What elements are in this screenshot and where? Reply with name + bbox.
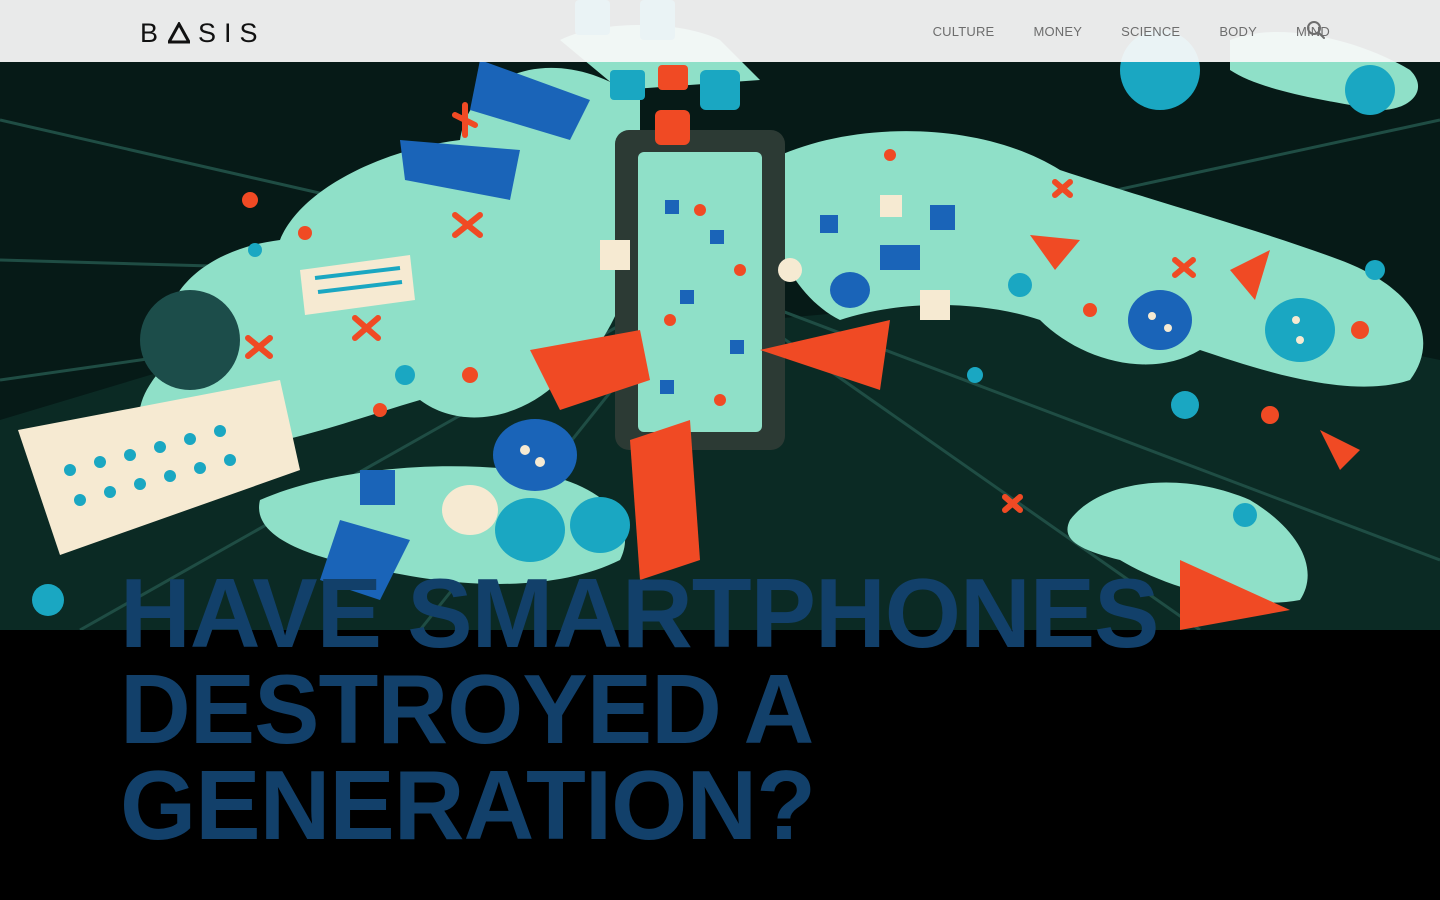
hero-artwork (0, 0, 1440, 630)
logo-triangle-icon (168, 22, 191, 44)
site-logo[interactable]: B SIS (140, 18, 266, 48)
search-icon[interactable] (1306, 20, 1326, 40)
nav-culture[interactable]: CULTURE (933, 24, 995, 39)
logo-letter-b: B (140, 17, 167, 48)
nav-science[interactable]: SCIENCE (1121, 24, 1180, 39)
hero-illustration (0, 0, 1440, 630)
main-nav: CULTURE MONEY SCIENCE BODY MIND (894, 0, 1330, 62)
logo-letters-sis: SIS (198, 17, 266, 48)
site-header: B SIS CULTURE MONEY SCIENCE BODY MIND (0, 0, 1440, 62)
nav-body[interactable]: BODY (1219, 24, 1257, 39)
nav-money[interactable]: MONEY (1033, 24, 1082, 39)
article-headline: HAVE SMARTPHONES DESTROYED A GENERATION? (120, 558, 1160, 860)
